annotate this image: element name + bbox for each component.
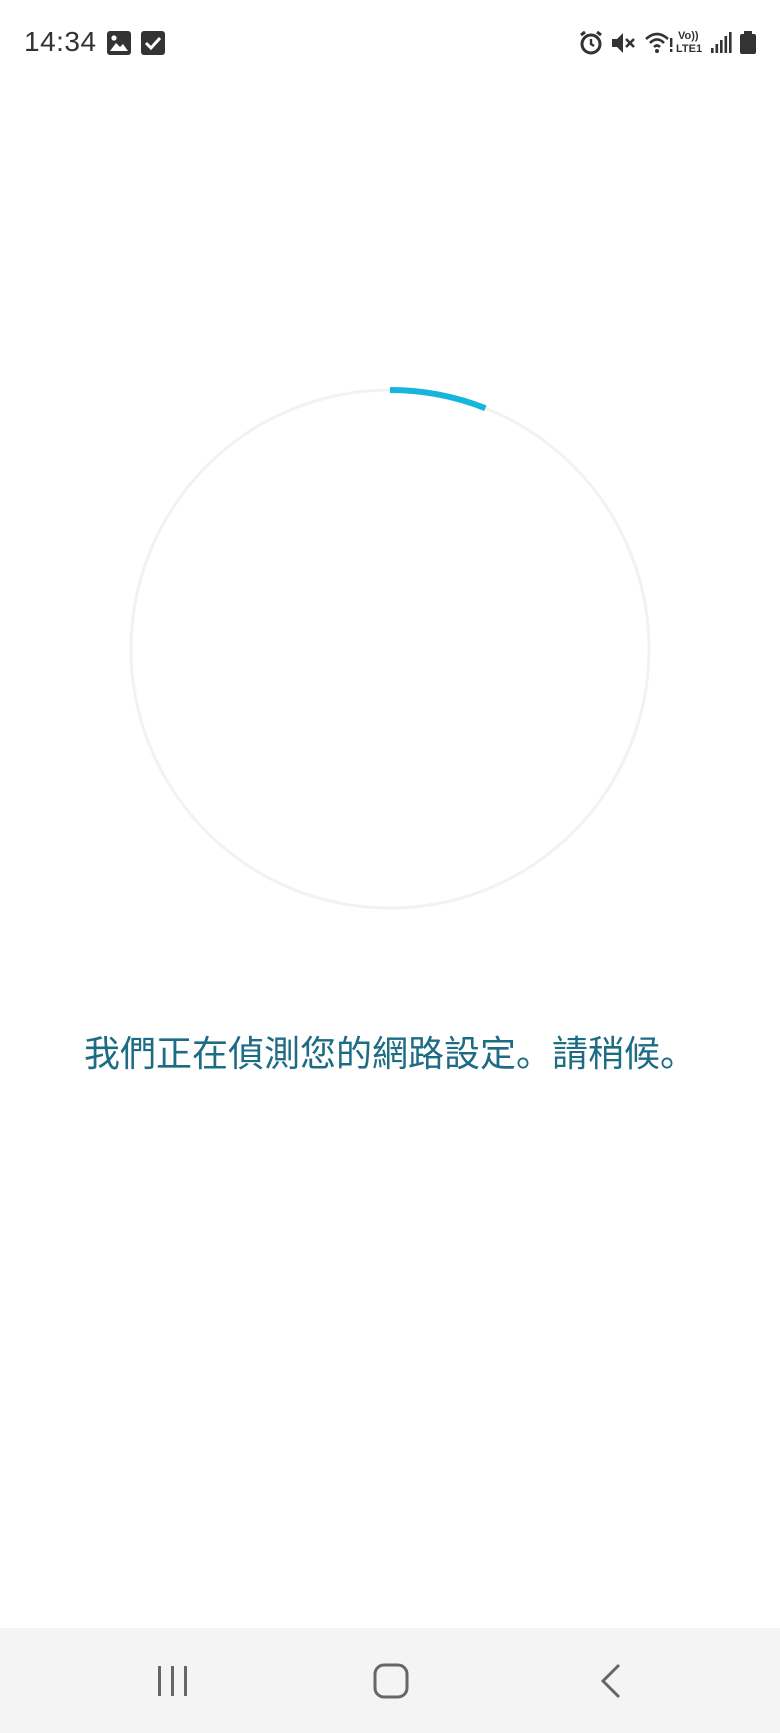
volte-icon: Vo)) LTE1 bbox=[676, 30, 706, 58]
recent-apps-button[interactable] bbox=[113, 1628, 233, 1733]
alarm-icon bbox=[578, 30, 604, 56]
status-bar: 14:34 Vo)) LTE1 bbox=[0, 0, 780, 88]
volte-label-top: Vo)) bbox=[678, 30, 699, 42]
navigation-bar bbox=[0, 1628, 780, 1733]
status-time: 14:34 bbox=[24, 26, 97, 57]
back-button[interactable] bbox=[551, 1628, 671, 1733]
screen: 14:34 Vo)) LTE1 我們正在偵測您的網路設定。請稍候。 bbox=[0, 0, 780, 1733]
progress-ring bbox=[128, 387, 652, 911]
detecting-network-message: 我們正在偵測您的網路設定。請稍候。 bbox=[83, 1034, 696, 1075]
loading-spinner bbox=[128, 387, 652, 911]
volte-label-bottom: LTE1 bbox=[676, 43, 703, 55]
back-icon bbox=[600, 1663, 621, 1698]
progress-track bbox=[129, 388, 651, 910]
wifi-icon bbox=[644, 30, 674, 56]
home-button[interactable] bbox=[331, 1628, 451, 1733]
recent-apps-icon bbox=[158, 1665, 187, 1696]
home-icon bbox=[373, 1663, 409, 1698]
progress-arc bbox=[128, 387, 652, 911]
image-icon bbox=[106, 30, 132, 56]
battery-icon bbox=[738, 30, 758, 56]
signal-icon bbox=[710, 30, 732, 56]
checkbox-icon bbox=[140, 30, 166, 56]
mute-icon bbox=[610, 30, 636, 56]
